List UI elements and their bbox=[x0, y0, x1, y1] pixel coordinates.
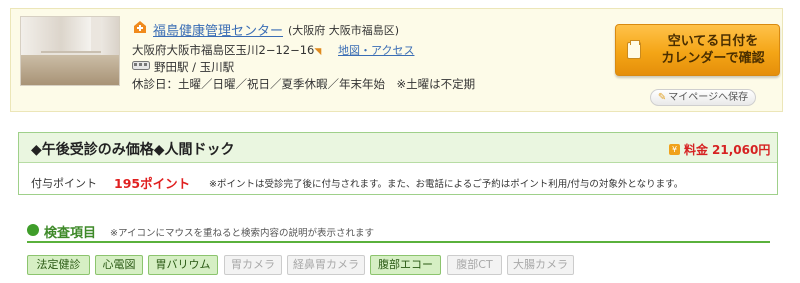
calendar-label-line2: カレンダーで確認 bbox=[661, 51, 765, 66]
map-access-link[interactable]: 地図・アクセス bbox=[338, 42, 414, 58]
points-note: ※ポイントは受診完了後に付与されます。また、お電話によるご予約はポイント利用/付… bbox=[209, 179, 684, 190]
save-to-mypage-label: マイページへ保存 bbox=[668, 92, 749, 103]
points-label: 付与ポイント bbox=[31, 177, 97, 190]
facility-address: 大阪府大阪市福島区玉川2−12−16◥ bbox=[132, 42, 321, 58]
exam-tag-ecg[interactable]: 心電図 bbox=[95, 255, 143, 275]
course-title: ◆午後受診のみ価格◆人間ドック bbox=[31, 142, 235, 158]
exam-tag-barium[interactable]: 胃バリウム bbox=[148, 255, 218, 275]
exam-tag-statutory-checkup[interactable]: 法定健診 bbox=[27, 255, 90, 275]
address-text: 大阪府大阪市福島区玉川2−12−16 bbox=[132, 43, 315, 57]
price-value: 21,060円 bbox=[712, 143, 771, 157]
price-icon: ¥ bbox=[669, 144, 680, 155]
train-icon bbox=[132, 61, 150, 70]
exam-tag-nasal-gastroscope[interactable]: 経鼻胃カメラ bbox=[287, 255, 365, 275]
exam-tag-abdominal-ct[interactable]: 腹部CT bbox=[447, 255, 502, 275]
save-to-mypage-button[interactable]: ✎ マイページへ保存 bbox=[650, 89, 756, 106]
calendar-label-line1: 空いてる日付を bbox=[667, 34, 759, 49]
bullet-icon bbox=[27, 224, 39, 236]
nearest-station: 野田駅 / 玉川駅 bbox=[154, 60, 235, 74]
exam-items-note: ※アイコンにマウスを重ねると検索内容の説明が表示されます bbox=[110, 228, 374, 239]
facility-area: (大阪府 大阪市福島区) bbox=[288, 24, 400, 37]
course-card: ◆午後受診のみ価格◆人間ドック ¥ 料金 21,060円 付与ポイント 195ポイン… bbox=[18, 132, 778, 195]
exam-tag-gastroscope[interactable]: 胃カメラ bbox=[224, 255, 282, 275]
calendar-button-label: 空いてる日付を カレンダーで確認 bbox=[650, 33, 776, 67]
facility-card: 福島健康管理センター (大阪府 大阪市福島区) 大阪府大阪市福島区玉川2−12−… bbox=[10, 8, 783, 112]
exam-items-title: 検査項目 bbox=[44, 226, 97, 241]
pin-icon: ◥ bbox=[314, 47, 322, 57]
holidays-text: 休診日：土曜／日曜／祝日／夏季休暇／年末年始 ※土曜は不定期 bbox=[132, 77, 476, 91]
facility-photo[interactable] bbox=[20, 16, 120, 86]
price-label: 料金 bbox=[684, 143, 709, 157]
facility-name-link[interactable]: 福島健康管理センター bbox=[153, 20, 283, 39]
exam-tag-colonoscopy[interactable]: 大腸カメラ bbox=[507, 255, 574, 275]
points-value: 195ポイント bbox=[114, 176, 191, 191]
course-header: ◆午後受診のみ価格◆人間ドック ¥ 料金 21,060円 bbox=[19, 133, 777, 163]
hospital-icon bbox=[134, 21, 146, 33]
exam-items-header: 検査項目 ※アイコンにマウスを重ねると検索内容の説明が表示されます bbox=[27, 221, 770, 243]
course-price: ¥ 料金 21,060円 bbox=[669, 141, 770, 158]
exam-tag-abdominal-echo[interactable]: 腹部エコー bbox=[370, 255, 441, 275]
calendar-icon bbox=[627, 40, 641, 59]
calendar-check-button[interactable]: 空いてる日付を カレンダーで確認 bbox=[615, 24, 780, 76]
pen-icon: ✎ bbox=[657, 92, 667, 103]
